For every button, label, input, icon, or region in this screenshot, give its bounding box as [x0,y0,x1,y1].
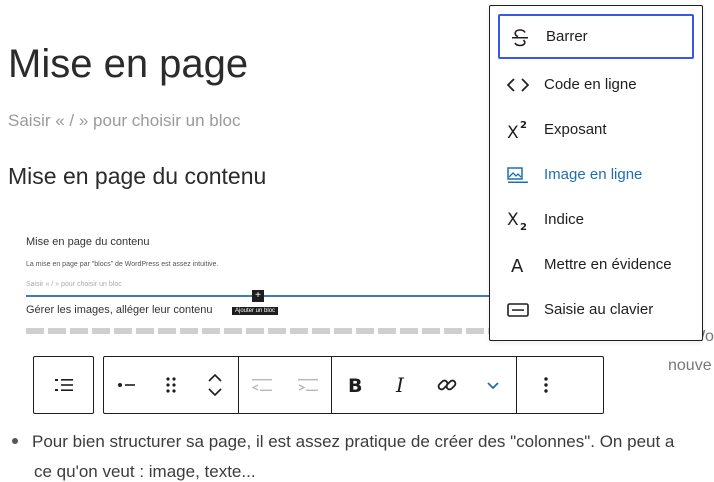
strikethrough-icon [500,14,540,59]
list-block-button[interactable] [34,357,93,413]
svg-text:X: X [507,210,519,230]
thumb-subheading: Gérer les images, alléger leur contenu [26,304,213,316]
menu-item-strikethrough[interactable]: Barrer [498,14,694,59]
menu-item-label: Exposant [544,121,607,138]
highlight-icon: A [498,242,538,287]
block-type-group [33,356,94,414]
svg-text:X: X [507,123,519,142]
section-heading[interactable]: Mise en page du contenu [8,163,266,190]
menu-item-label: Code en ligne [544,76,637,93]
thumb-paragraph: La mise en page par "blocs" de WordPress… [26,261,219,268]
thumb-placeholder: Saisir « / » pour choisir un bloc [26,281,122,288]
move-up-icon[interactable] [205,371,225,385]
page-title[interactable]: Mise en page [8,40,248,88]
subscript-icon: X 2 [498,197,538,242]
svg-text:A: A [511,256,524,277]
italic-icon: I [395,373,405,397]
block-toolbar: B I [103,356,604,414]
kebab-menu-icon [544,377,548,393]
list-item-text: Pour bien structurer sa page, il est ass… [32,432,675,451]
thumb-tooltip: Ajouter un bloc [232,307,279,315]
block-placeholder[interactable]: Saisir « / » pour choisir un bloc [8,111,240,131]
menu-item-label: Indice [544,211,585,228]
link-button[interactable] [424,357,470,413]
more-formats-button[interactable] [470,357,516,413]
link-icon [437,379,457,391]
menu-item-label: Barrer [546,28,588,45]
bold-icon: B [348,375,362,397]
list-item-button[interactable] [104,357,150,413]
side-text-fragment: nouve [668,357,712,374]
content-screenshot-image[interactable]: Mise en page du contenu La mise en page … [26,228,496,340]
list-item-continuation: ce qu'on veut : image, texte... [34,462,256,481]
bullet-dot [12,437,18,444]
list-icon [54,379,73,391]
move-down-icon[interactable] [205,385,225,399]
outdent-button[interactable] [239,357,285,413]
keyboard-icon [498,287,538,332]
menu-item-subscript[interactable]: X 2 Indice [498,197,694,242]
menu-item-highlight[interactable]: A Mettre en évidence [498,242,694,287]
superscript-icon: X 2 [498,107,538,152]
bold-button[interactable]: B [332,357,378,413]
chevron-down-icon [487,382,499,390]
svg-text:2: 2 [520,120,527,131]
menu-item-inline-code[interactable]: Code en ligne [498,62,694,107]
menu-item-label: Mettre en évidence [544,256,672,273]
svg-text:2: 2 [520,222,527,232]
drag-handle-icon [166,377,176,393]
menu-item-keyboard-input[interactable]: Saisie au clavier [498,287,694,332]
format-dropdown-menu: Barrer Code en ligne X 2 Exposant Image … [489,5,703,341]
options-button[interactable] [517,357,575,413]
menu-item-label: Image en ligne [544,166,643,183]
list-item[interactable]: Pour bien structurer sa page, il est ass… [12,432,674,452]
list-item-icon [118,383,135,387]
thumb-text-lines [26,328,496,334]
menu-item-superscript[interactable]: X 2 Exposant [498,107,694,152]
italic-button[interactable]: I [378,357,424,413]
outdent-icon [251,379,272,391]
svg-text:I: I [395,373,405,397]
drag-handle[interactable] [150,357,192,413]
thumb-add-icon: + [252,290,264,302]
menu-item-label: Saisie au clavier [544,301,654,318]
svg-text:B: B [348,375,362,397]
indent-icon [298,379,318,391]
code-icon [498,62,538,107]
indent-button[interactable] [285,357,331,413]
thumb-heading: Mise en page du contenu [26,236,150,248]
menu-item-inline-image[interactable]: Image en ligne [498,152,694,197]
move-controls [192,357,238,413]
inline-image-icon [498,152,538,197]
